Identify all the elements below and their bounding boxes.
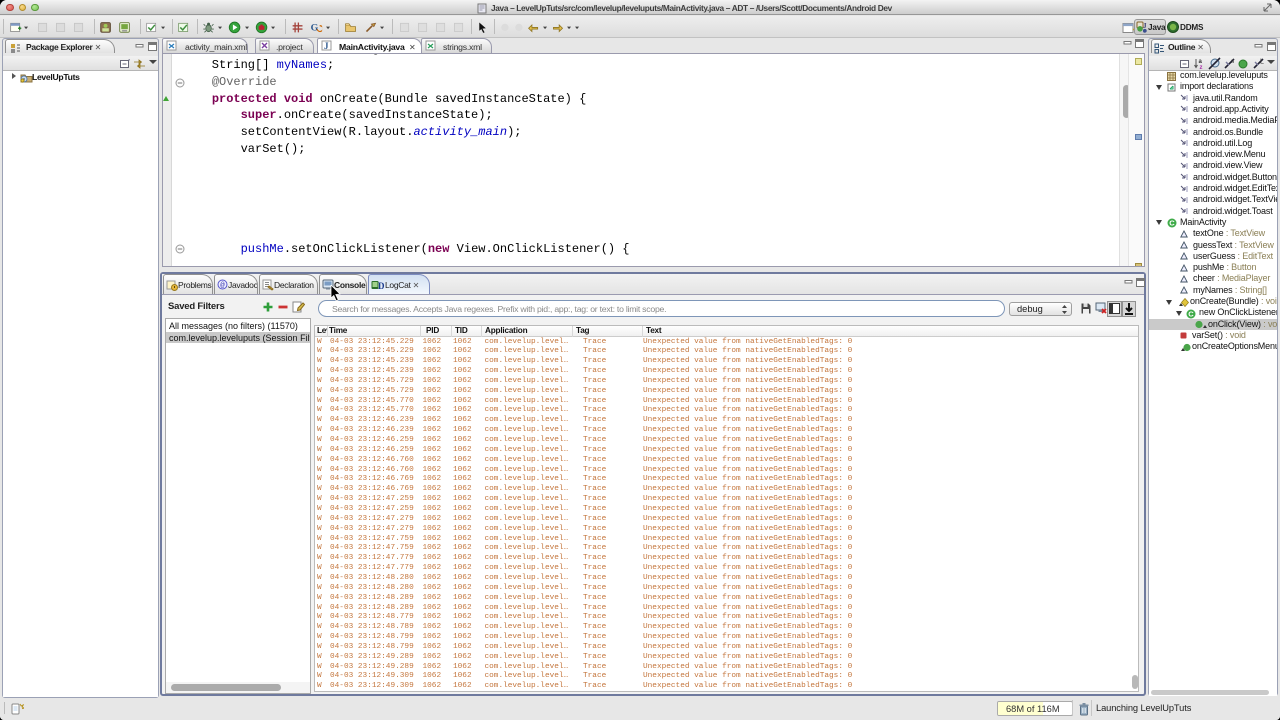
svg-text:G: G [311, 23, 319, 34]
svg-text:s: s [1231, 58, 1235, 65]
svg-text:C: C [1188, 309, 1194, 318]
svg-text:C: C [1169, 219, 1175, 228]
svg-text:J: J [1143, 22, 1147, 30]
svg-text:J: J [324, 41, 329, 51]
svg-text:D: D [378, 281, 385, 291]
svg-text:L: L [1260, 59, 1264, 66]
